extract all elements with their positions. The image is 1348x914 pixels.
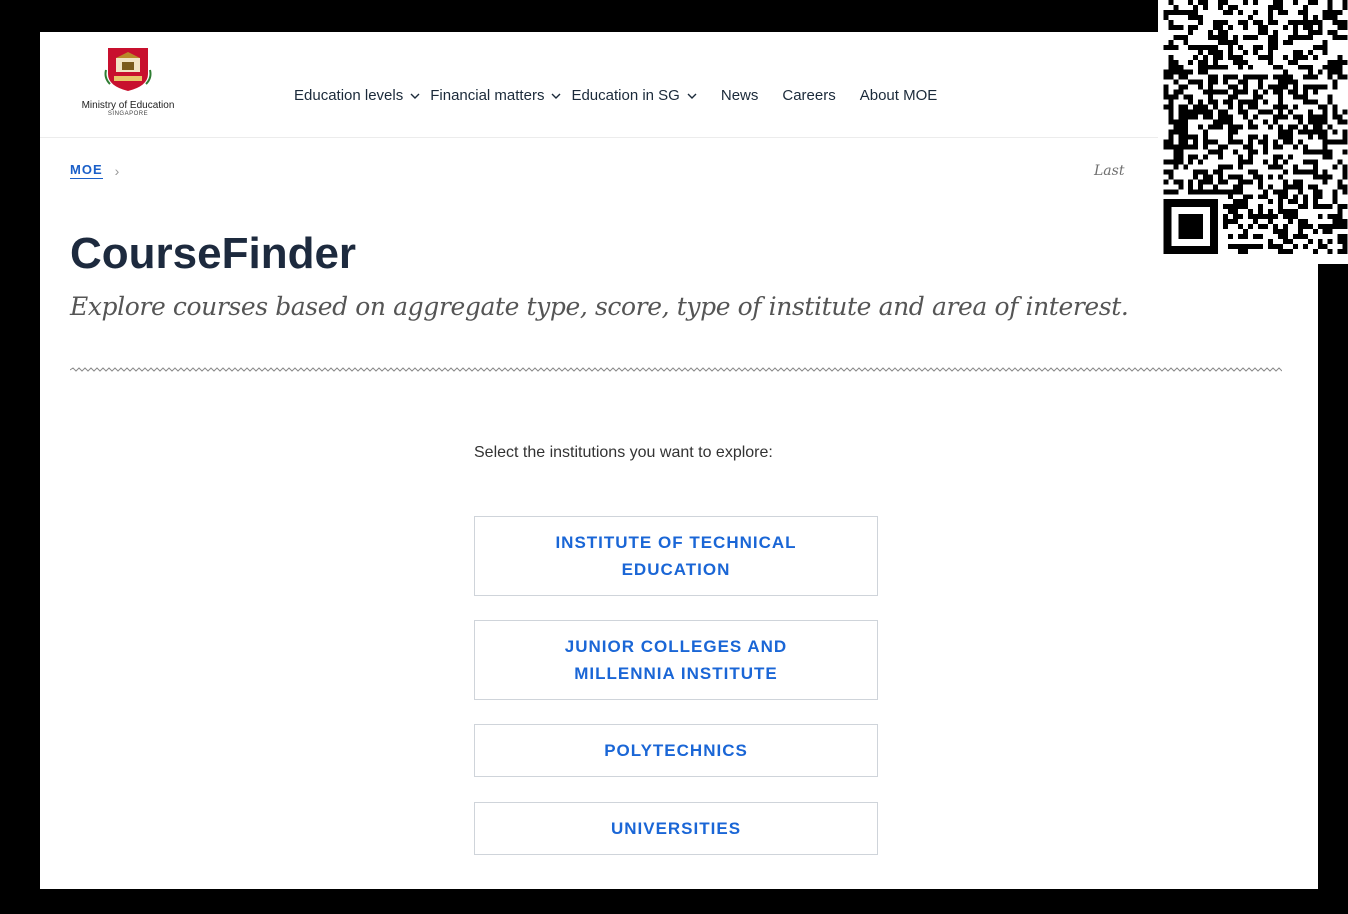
breadcrumb-moe-link[interactable]: MOE <box>70 162 103 179</box>
site-header: Ministry of Education SINGAPORE Educatio… <box>40 32 1318 138</box>
chevron-down-icon <box>551 93 561 99</box>
main-nav: Education levels Financial matters Educa… <box>294 87 961 104</box>
institution-button-jc[interactable]: JUNIOR COLLEGES AND MILLENNIA INSTITUTE <box>474 620 878 700</box>
nav-education-levels[interactable]: Education levels <box>294 87 420 104</box>
moe-logo[interactable]: Ministry of Education SINGAPORE <box>76 44 180 122</box>
chevron-down-icon <box>410 93 420 99</box>
frame-top <box>0 0 1348 32</box>
qr-code <box>1158 0 1348 264</box>
breadcrumb: MOE › <box>70 162 119 179</box>
nav-education-in-sg[interactable]: Education in SG <box>571 87 697 104</box>
moe-crest-icon <box>104 48 152 91</box>
last-updated-text: Last <box>1094 163 1125 179</box>
nav-label: Education levels <box>294 87 404 104</box>
logo-name: Ministry of Education <box>81 100 175 111</box>
institution-button-ite[interactable]: INSTITUTE OF TECHNICAL EDUCATION <box>474 516 878 596</box>
nav-label: Financial matters <box>430 87 545 104</box>
nav-financial-matters[interactable]: Financial matters <box>430 87 561 104</box>
chevron-right-icon: › <box>114 162 120 179</box>
institution-button-polytechnics[interactable]: POLYTECHNICS <box>474 724 878 777</box>
frame-bottom <box>0 889 1348 914</box>
page-subtitle: Explore courses based on aggregate type,… <box>70 292 1129 321</box>
nav-news[interactable]: News <box>721 87 759 104</box>
page-title: CourseFinder <box>70 229 357 278</box>
institution-prompt: Select the institutions you want to expl… <box>474 444 773 461</box>
nav-about-moe[interactable]: About MOE <box>860 87 938 104</box>
chevron-down-icon <box>687 93 697 99</box>
page: Ministry of Education SINGAPORE Educatio… <box>40 32 1318 889</box>
frame-left <box>0 0 40 914</box>
nav-careers[interactable]: Careers <box>782 87 835 104</box>
institution-button-universities[interactable]: UNIVERSITIES <box>474 802 878 855</box>
wavy-divider <box>70 367 1282 372</box>
logo-subtitle: SINGAPORE <box>107 111 149 117</box>
nav-label: Education in SG <box>571 87 680 104</box>
